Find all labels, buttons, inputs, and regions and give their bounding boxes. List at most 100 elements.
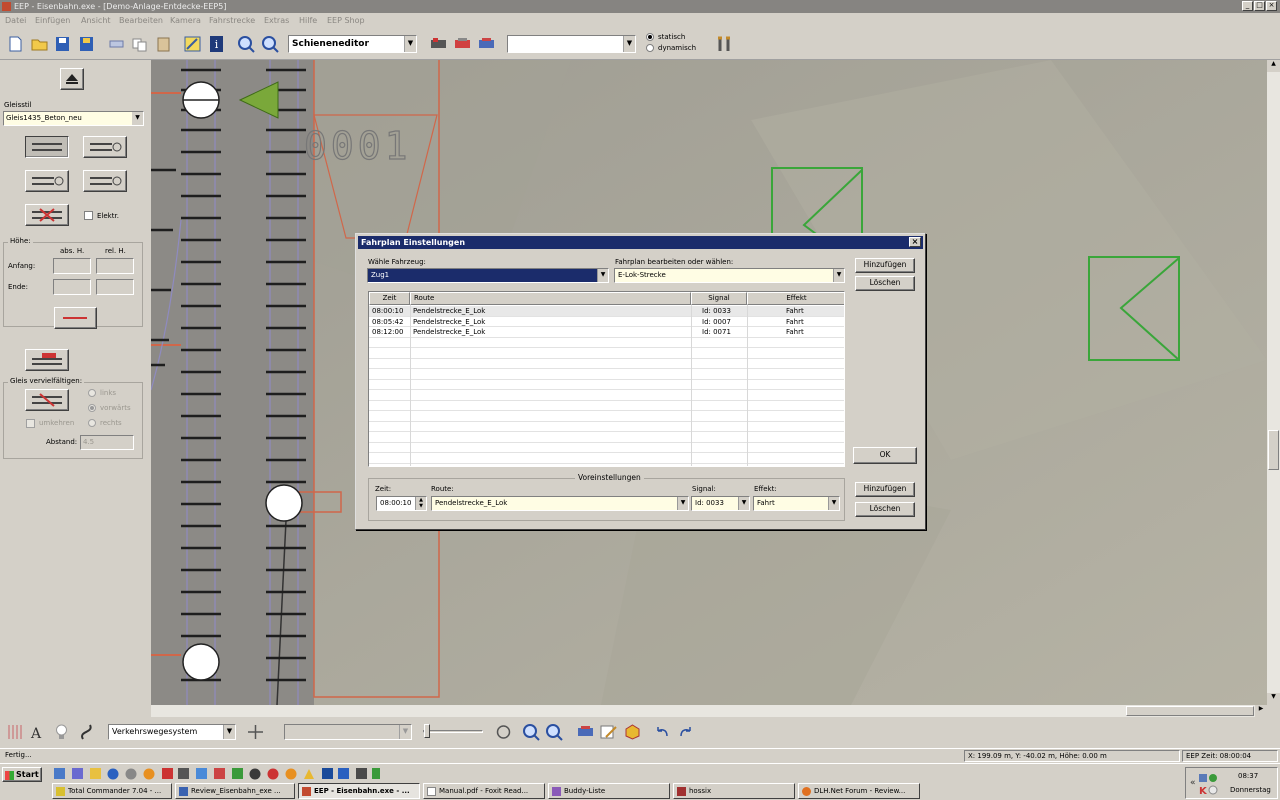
eject-button[interactable]	[60, 68, 84, 90]
system-select[interactable]: Verkehrswegesystem ▼	[108, 724, 236, 740]
save-icon[interactable]	[53, 35, 72, 53]
new-file-icon[interactable]	[6, 35, 25, 53]
rotate-icon[interactable]	[494, 723, 513, 741]
table-row[interactable]	[369, 422, 844, 432]
task-foxit-reader[interactable]: Manual.pdf - Foxit Read...	[423, 783, 545, 799]
gleisstil-select[interactable]: Gleis1435_Beton_neu ▼	[3, 111, 144, 126]
minimize-button[interactable]: _	[1242, 1, 1253, 11]
add-entry-button[interactable]: Hinzufügen	[855, 482, 915, 497]
undo-icon[interactable]	[653, 723, 672, 741]
vertical-scrollbar[interactable]: ▲ ▼	[1267, 60, 1280, 705]
train-blue-icon[interactable]	[477, 35, 496, 53]
curve-tool-icon[interactable]	[78, 723, 97, 741]
train-red-icon[interactable]	[453, 35, 472, 53]
start-button[interactable]: Start	[2, 767, 42, 782]
duplicate-button[interactable]	[25, 389, 69, 411]
menu-ansicht[interactable]: Ansicht	[81, 16, 111, 25]
radio-rechts[interactable]	[88, 419, 96, 427]
disabled-select[interactable]: ▼	[284, 724, 412, 740]
table-row[interactable]	[369, 369, 844, 380]
chevron-down-icon[interactable]: ▼	[828, 497, 839, 510]
chevron-down-icon[interactable]: ▼	[404, 36, 416, 52]
route-select[interactable]: Pendelstrecke_E_Lok ▼	[431, 496, 689, 511]
zoom-out-icon[interactable]	[261, 35, 280, 53]
chevron-down-icon[interactable]: ▼	[132, 112, 143, 125]
dialog-close-button[interactable]: ×	[909, 237, 921, 247]
locomotive-icon[interactable]	[429, 35, 448, 53]
radio-vorwaerts[interactable]	[88, 404, 96, 412]
ok-button[interactable]: OK	[853, 447, 917, 464]
train-icon[interactable]	[576, 723, 595, 741]
horizontal-scroll-thumb[interactable]	[1126, 706, 1254, 716]
cut-icon[interactable]	[107, 35, 126, 53]
abstand-field[interactable]: 4.5	[80, 435, 134, 450]
menu-hilfe[interactable]: Hilfe	[299, 16, 317, 25]
redo-icon[interactable]	[676, 723, 695, 741]
table-row[interactable]	[369, 432, 844, 443]
menu-extras[interactable]: Extras	[264, 16, 289, 25]
signal-select[interactable]: Id: 0033 ▼	[691, 496, 750, 511]
chevron-down-icon[interactable]: ▼	[399, 725, 411, 739]
tray-icons[interactable]: « K	[1190, 771, 1220, 797]
column-header-signal[interactable]: Signal	[691, 292, 747, 305]
radio-dynamisch[interactable]	[646, 44, 654, 52]
track-curve-button[interactable]	[83, 136, 127, 158]
radio-statisch[interactable]	[646, 33, 654, 41]
task-hossix[interactable]: hossix	[673, 783, 795, 799]
add-schedule-button[interactable]: Hinzufügen	[855, 258, 915, 273]
table-row[interactable]: 08:12:00 Pendelstrecke_E_Lok Id: 0071 Fa…	[369, 327, 844, 338]
ende-rel-field[interactable]	[96, 279, 134, 295]
vertical-scroll-thumb[interactable]	[1268, 430, 1279, 470]
column-header-effekt[interactable]: Effekt	[747, 292, 844, 305]
anfang-abs-field[interactable]	[53, 258, 91, 274]
info-icon[interactable]: i	[207, 35, 226, 53]
scroll-right-icon[interactable]: ▶	[1255, 705, 1267, 717]
text-icon[interactable]: A	[28, 723, 47, 741]
column-header-zeit[interactable]: Zeit	[369, 292, 410, 305]
chevron-down-icon[interactable]: ▼	[223, 725, 235, 739]
anfang-rel-field[interactable]	[96, 258, 134, 274]
zoom-out-icon[interactable]	[545, 723, 564, 741]
schedule-select[interactable]: E-Lok-Strecke ▼	[614, 268, 845, 283]
edit-icon[interactable]	[599, 723, 618, 741]
table-row[interactable]	[369, 453, 844, 464]
zoom-in-icon[interactable]	[237, 35, 256, 53]
task-dlh-forum[interactable]: DLH.Net Forum - Review...	[798, 783, 920, 799]
menu-kamera[interactable]: Kamera	[170, 16, 201, 25]
task-eep[interactable]: EEP - Eisenbahn.exe - ...	[298, 783, 420, 799]
close-button[interactable]: ×	[1266, 1, 1277, 11]
track-delete-button[interactable]	[25, 204, 69, 226]
effekt-select[interactable]: Fahrt ▼	[753, 496, 840, 511]
table-row[interactable]	[369, 390, 844, 401]
table-row[interactable]	[369, 348, 844, 359]
table-row[interactable]	[369, 338, 844, 348]
menu-eep-shop[interactable]: EEP Shop	[327, 16, 365, 25]
menu-einfuegen[interactable]: Einfügen	[35, 16, 70, 25]
maximize-button[interactable]: □	[1254, 1, 1265, 11]
cube-icon[interactable]	[623, 723, 642, 741]
vehicle-select[interactable]: Zug1 ▼	[367, 268, 609, 283]
spinner-arrows-icon[interactable]: ▲ ▼	[415, 497, 426, 510]
chevron-down-icon[interactable]: ▼	[833, 269, 844, 282]
open-folder-icon[interactable]	[30, 35, 49, 53]
table-row[interactable]	[369, 411, 844, 422]
slider-thumb[interactable]	[424, 724, 430, 738]
quick-launch-icons[interactable]	[52, 767, 382, 781]
chevron-down-icon[interactable]: ▼	[597, 269, 608, 282]
delete-schedule-button[interactable]: Löschen	[855, 276, 915, 291]
save-as-icon[interactable]	[77, 35, 96, 53]
menu-datei[interactable]: Datei	[5, 16, 26, 25]
clock-time[interactable]: 08:37	[1238, 772, 1258, 780]
table-row[interactable]: 08:00:10 Pendelstrecke_E_Lok Id: 0033 Fa…	[369, 306, 844, 317]
edit-lines-icon[interactable]	[183, 35, 202, 53]
menu-fahrstrecke[interactable]: Fahrstrecke	[209, 16, 255, 25]
task-buddy-list[interactable]: Buddy-Liste	[548, 783, 670, 799]
track-copy-button[interactable]	[25, 349, 69, 371]
lightbulb-icon[interactable]	[52, 723, 71, 741]
table-row[interactable]	[369, 443, 844, 453]
radio-links[interactable]	[88, 389, 96, 397]
paste-icon[interactable]	[154, 35, 173, 53]
crosshair-icon[interactable]	[246, 723, 265, 741]
object-select[interactable]: ▼	[507, 35, 636, 53]
slider-track[interactable]	[423, 730, 483, 733]
